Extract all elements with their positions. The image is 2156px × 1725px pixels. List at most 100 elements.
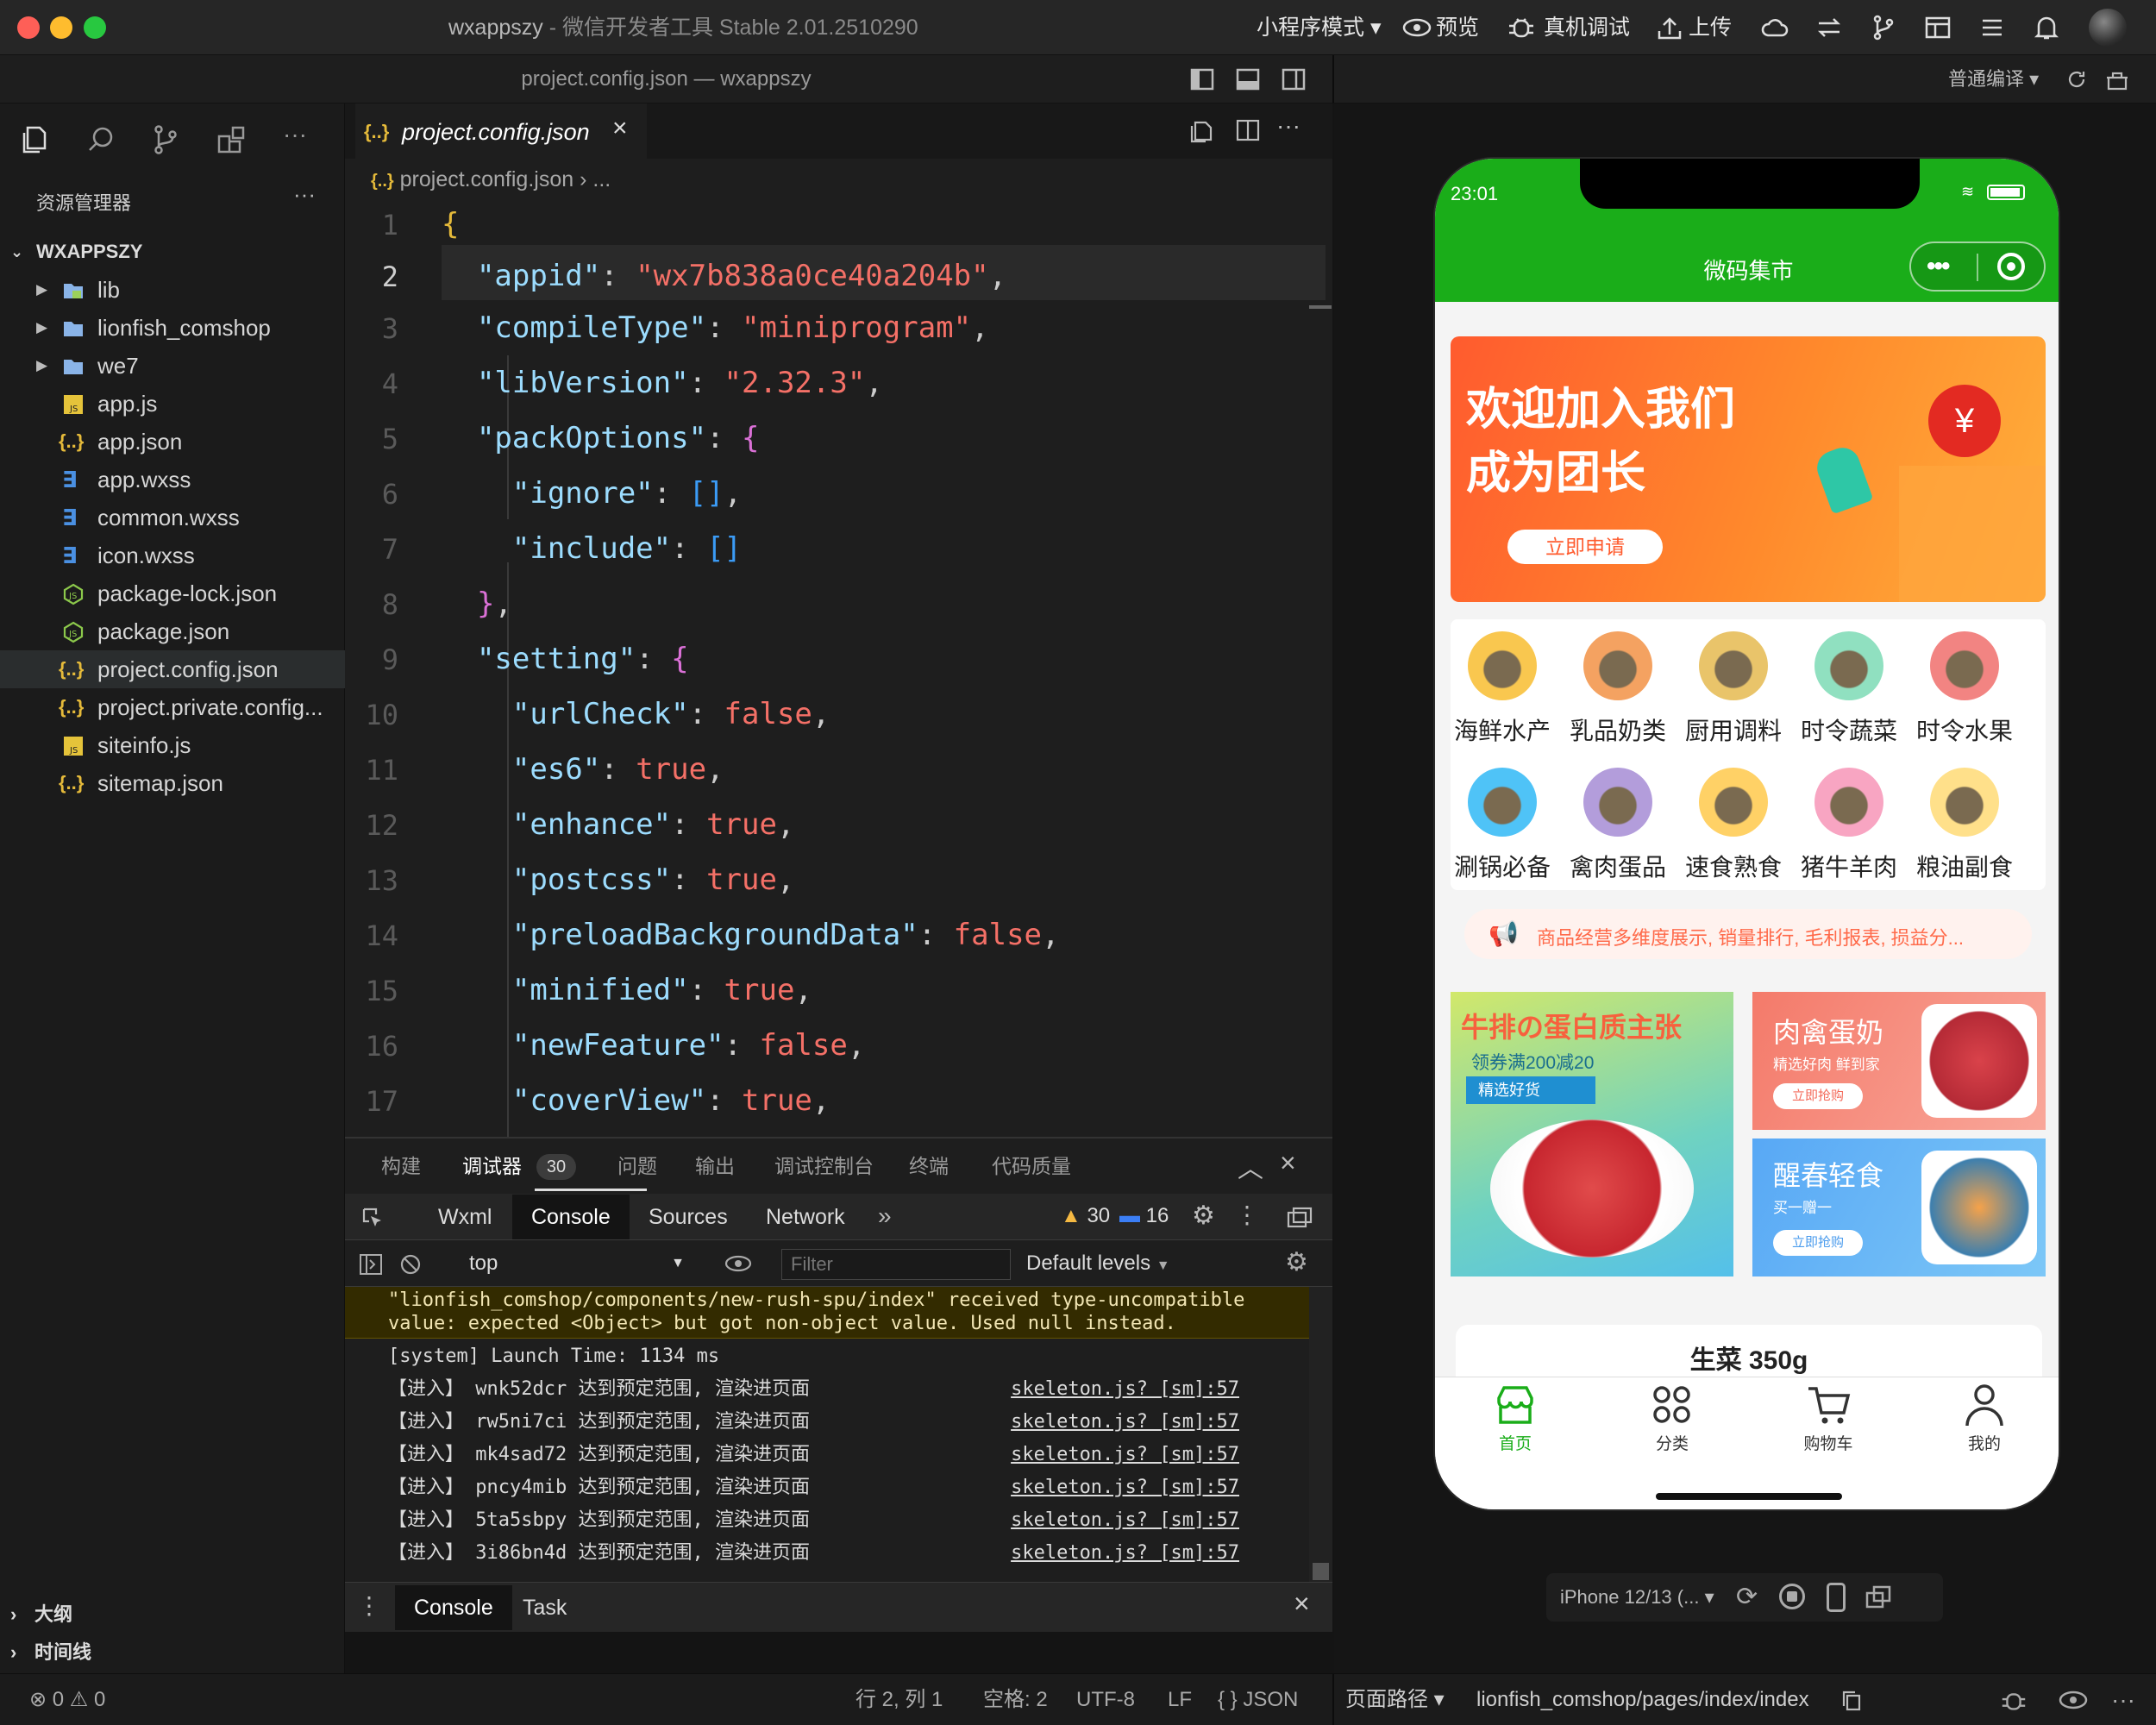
- status-more-icon[interactable]: ···: [2111, 1674, 2135, 1725]
- close-miniprogram-icon[interactable]: [1997, 253, 2025, 280]
- clear-console-icon[interactable]: [398, 1252, 423, 1276]
- notice-bar[interactable]: 📢 商品经营多维度展示, 销量排行, 毛利报表, 损益分...: [1464, 909, 2032, 959]
- console-scrollbar[interactable]: [1309, 1287, 1332, 1582]
- code-area[interactable]: 1 2 3 4 5 6 7 8 9 10 11 12 13 14 15 16 17 { "appid": "wx…: [345, 197, 1332, 1137]
- tab-category[interactable]: 分类: [1620, 1431, 1724, 1454]
- live-expression-eye-icon[interactable]: [724, 1254, 752, 1273]
- timeline-section[interactable]: › 时间线: [0, 1634, 345, 1672]
- copy-icon[interactable]: [1841, 1690, 1862, 1712]
- end-of-line[interactable]: LF: [1168, 1674, 1192, 1725]
- file-tree-item[interactable]: JS package-lock.json: [0, 574, 345, 612]
- category-item[interactable]: 时令水果: [1916, 631, 2013, 747]
- refresh-icon[interactable]: [2065, 68, 2088, 91]
- extensions-icon[interactable]: [214, 122, 248, 157]
- devtab-sources[interactable]: Sources: [630, 1195, 747, 1239]
- toggle-simulator-icon[interactable]: [1282, 67, 1306, 91]
- menu-icon[interactable]: [1977, 12, 2008, 43]
- scrollbar-thumb[interactable]: [1309, 305, 1332, 309]
- log-levels-dropdown[interactable]: Default levels ▼: [1026, 1240, 1170, 1287]
- kebab-menu-icon[interactable]: ⋮: [1235, 1201, 1259, 1229]
- encoding[interactable]: UTF-8: [1076, 1674, 1135, 1725]
- file-tree-item[interactable]: JS siteinfo.js: [0, 726, 345, 764]
- panel-tab[interactable]: 终端: [909, 1138, 949, 1194]
- preview-eye-icon[interactable]: [2058, 1690, 2089, 1710]
- log-source-link[interactable]: skeleton.js? [sm]:57: [1011, 1537, 1239, 1570]
- more-tabs-icon[interactable]: »: [878, 1202, 892, 1230]
- cursor-position[interactable]: 行 2, 列 1: [856, 1674, 943, 1725]
- panel-tab[interactable]: 构建: [381, 1138, 421, 1194]
- language-mode[interactable]: { } JSON: [1218, 1674, 1298, 1725]
- category-item[interactable]: 海鲜水产: [1454, 631, 1551, 747]
- open-changes-icon[interactable]: [1190, 117, 1216, 143]
- category-item[interactable]: 厨用调料: [1685, 631, 1782, 747]
- toggle-sidebar-icon[interactable]: [1190, 67, 1214, 91]
- category-item[interactable]: 猪牛羊肉: [1801, 768, 1897, 883]
- category-item[interactable]: 时令蔬菜: [1801, 631, 1897, 747]
- category-item[interactable]: 禽肉蛋品: [1570, 768, 1666, 883]
- bell-icon[interactable]: [2031, 12, 2062, 43]
- more-dots-icon[interactable]: •••: [1927, 252, 1950, 281]
- compile-dropdown[interactable]: 普通编译 ▾: [1948, 55, 2039, 104]
- upload-button[interactable]: 上传: [1689, 0, 1732, 55]
- phone-icon[interactable]: [1827, 1583, 1846, 1612]
- filter-input[interactable]: [781, 1249, 1011, 1280]
- page-path-dropdown[interactable]: 页面路径 ▾: [1345, 1674, 1445, 1725]
- avatar[interactable]: [2089, 9, 2127, 47]
- promo-steak[interactable]: 牛排の蛋白质主张 领券满200减20 精选好货: [1451, 992, 1733, 1276]
- close-window-button[interactable]: [17, 16, 40, 39]
- drawer-menu-icon[interactable]: ⋮: [357, 1591, 381, 1620]
- category-item[interactable]: 涮锅必备: [1454, 768, 1551, 883]
- console-settings-icon[interactable]: ⚙: [1285, 1247, 1308, 1277]
- search-icon[interactable]: [84, 122, 118, 157]
- rotate-icon[interactable]: ⟳: [1736, 1582, 1758, 1612]
- file-tree-item[interactable]: ▶ lionfish_comshop: [0, 309, 345, 347]
- outline-section[interactable]: › 大纲: [0, 1596, 345, 1634]
- minimize-window-button[interactable]: [50, 16, 72, 39]
- more-icon[interactable]: ···: [283, 121, 307, 148]
- undock-icon[interactable]: [1287, 1206, 1313, 1230]
- explorer-more-icon[interactable]: ···: [293, 181, 316, 208]
- file-tree-item[interactable]: ▶ we7: [0, 347, 345, 385]
- close-drawer-icon[interactable]: ×: [1294, 1588, 1310, 1620]
- category-item[interactable]: 乳品奶类: [1570, 631, 1666, 747]
- panel-tab[interactable]: 代码质量: [992, 1138, 1071, 1194]
- file-tree-item[interactable]: ∃ icon.wxss: [0, 536, 345, 574]
- file-tree-item[interactable]: ∃ app.wxss: [0, 461, 345, 499]
- close-tab-icon[interactable]: ×: [612, 114, 628, 143]
- files-icon[interactable]: [17, 122, 52, 157]
- file-tree-item[interactable]: {..} project.config.json: [0, 650, 345, 688]
- context-selector[interactable]: top ▼: [448, 1240, 697, 1287]
- promo-meat-button[interactable]: 立即抢购: [1773, 1083, 1863, 1109]
- branch-icon[interactable]: [1868, 12, 1899, 43]
- log-source-link[interactable]: skeleton.js? [sm]:57: [1011, 1471, 1239, 1504]
- detach-icon[interactable]: [1865, 1584, 1893, 1610]
- maximize-window-button[interactable]: [84, 16, 106, 39]
- tab-home[interactable]: 首页: [1463, 1431, 1567, 1454]
- file-tree-item[interactable]: ▶ lib: [0, 271, 345, 309]
- promo-banner[interactable]: 欢迎加入我们 成为团长 立即申请 ¥: [1451, 336, 2046, 602]
- close-panel-icon[interactable]: ×: [1280, 1147, 1296, 1179]
- project-root[interactable]: ⌄ WXAPPSZY: [0, 233, 345, 271]
- drawer-tab-task[interactable]: Task: [504, 1585, 586, 1630]
- sidebar-toggle-icon[interactable]: [359, 1252, 383, 1276]
- file-tree-item[interactable]: {..} app.json: [0, 423, 345, 461]
- editor-more-icon[interactable]: ···: [1276, 112, 1300, 140]
- info-counter[interactable]: ▬ 16: [1119, 1204, 1169, 1228]
- source-control-icon[interactable]: [148, 122, 183, 157]
- breadcrumb-more[interactable]: ...: [592, 167, 611, 191]
- split-editor-icon[interactable]: [1235, 117, 1261, 143]
- cloud-icon[interactable]: [1759, 12, 1790, 43]
- file-tree-item[interactable]: JS package.json: [0, 612, 345, 650]
- file-tree-item[interactable]: JS app.js: [0, 385, 345, 423]
- panel-tab[interactable]: 输出: [695, 1138, 735, 1194]
- category-item[interactable]: 速食熟食: [1685, 768, 1782, 883]
- panel-tab[interactable]: 调试器: [462, 1138, 522, 1194]
- version-icon[interactable]: [1814, 12, 1845, 43]
- promo-light-meal[interactable]: 醒春轻食 买一赠一 立即抢购: [1752, 1138, 2046, 1276]
- clear-cache-icon[interactable]: [2105, 67, 2129, 91]
- device-dropdown[interactable]: iPhone 12/13 (... ▾: [1560, 1573, 1714, 1622]
- log-source-link[interactable]: skeleton.js? [sm]:57: [1011, 1439, 1239, 1471]
- log-source-link[interactable]: skeleton.js? [sm]:57: [1011, 1406, 1239, 1439]
- preview-button[interactable]: 预览: [1436, 0, 1479, 55]
- tab-mine[interactable]: 我的: [1933, 1431, 2036, 1454]
